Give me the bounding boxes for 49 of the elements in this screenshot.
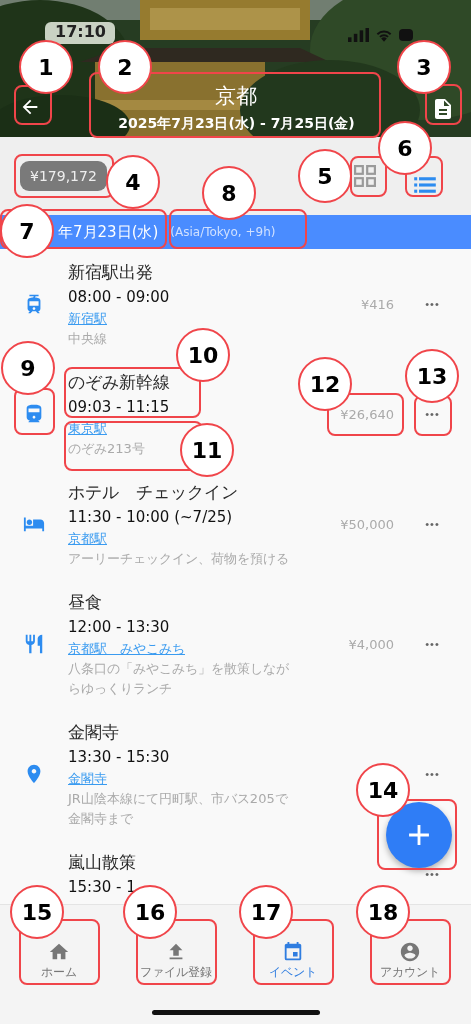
account-icon [398,941,421,963]
event-title: 昼食 [68,591,102,614]
event-time: 08:00 - 09:00 [68,287,170,308]
more-button[interactable]: ••• [423,516,442,532]
nav-tab[interactable]: アカウント [371,941,448,980]
more-button[interactable]: ••• [423,406,442,422]
event-note: のぞみ213号 [68,440,145,458]
wifi-icon [375,28,393,42]
grid-icon [354,165,376,187]
fork-knife-icon [23,633,45,655]
location-link[interactable]: 金閣寺 [68,769,107,789]
more-button[interactable]: ••• [423,766,442,782]
event-price: ¥4,000 [348,636,394,652]
event-price: ¥416 [360,296,394,312]
day-date: 年7月23日(水) [58,222,159,242]
trip-dates: 2025年7月23日(水) - 7月25日(金) [118,114,355,133]
event-time: 13:30 - 15:30 [68,747,170,768]
event-time: 09:03 - 11:15 [68,397,170,418]
battery-icon [399,28,413,42]
event-time: 12:00 - 13:30 [68,617,170,638]
location-link[interactable]: 京都駅 [68,529,107,549]
event-time: 11:30 - 10:00 (~7/25) [68,507,233,528]
list-view-button[interactable] [413,176,437,194]
more-button[interactable]: ••• [423,866,442,882]
signal-icon [348,28,369,42]
event-price: ¥50,000 [340,516,394,532]
event-title: ホテル チェックイン [68,481,238,504]
location-link[interactable]: 京都駅 みやこみち [68,639,185,659]
event-title: のぞみ新幹線 [68,371,170,394]
event-note: 八条口の「みやこみち」を散策しながらゆっくりランチ [68,660,290,698]
nav-tab[interactable]: ホーム [20,941,97,980]
location-link[interactable]: 新宿駅 [68,309,107,329]
event-title: 金閣寺 [68,721,119,744]
event-note: 中央線 [68,330,107,348]
event-note: アーリーチェックイン、荷物を預ける [68,550,289,568]
event-title: 新宿駅出発 [68,261,153,284]
total-cost-chip: ¥179,172 [20,161,107,191]
location-link[interactable]: 東京駅 [68,419,107,439]
more-button[interactable]: ••• [423,296,442,312]
event-title: 嵐山散策 [68,851,136,874]
status-time: 17:10 [55,22,106,42]
trip-title: 京都 [215,83,258,109]
event-note: JR山陰本線にて円町駅、市バス205で金閣寺まで [68,790,289,828]
more-button[interactable]: ••• [423,636,442,652]
list-icon [413,176,437,194]
timezone-label: (Asia/Tokyo, +9h) [170,225,276,239]
nav-tab[interactable]: イベント [254,941,331,980]
nav-tab[interactable]: ファイル登録 [137,941,214,980]
grid-view-button[interactable] [354,165,376,187]
